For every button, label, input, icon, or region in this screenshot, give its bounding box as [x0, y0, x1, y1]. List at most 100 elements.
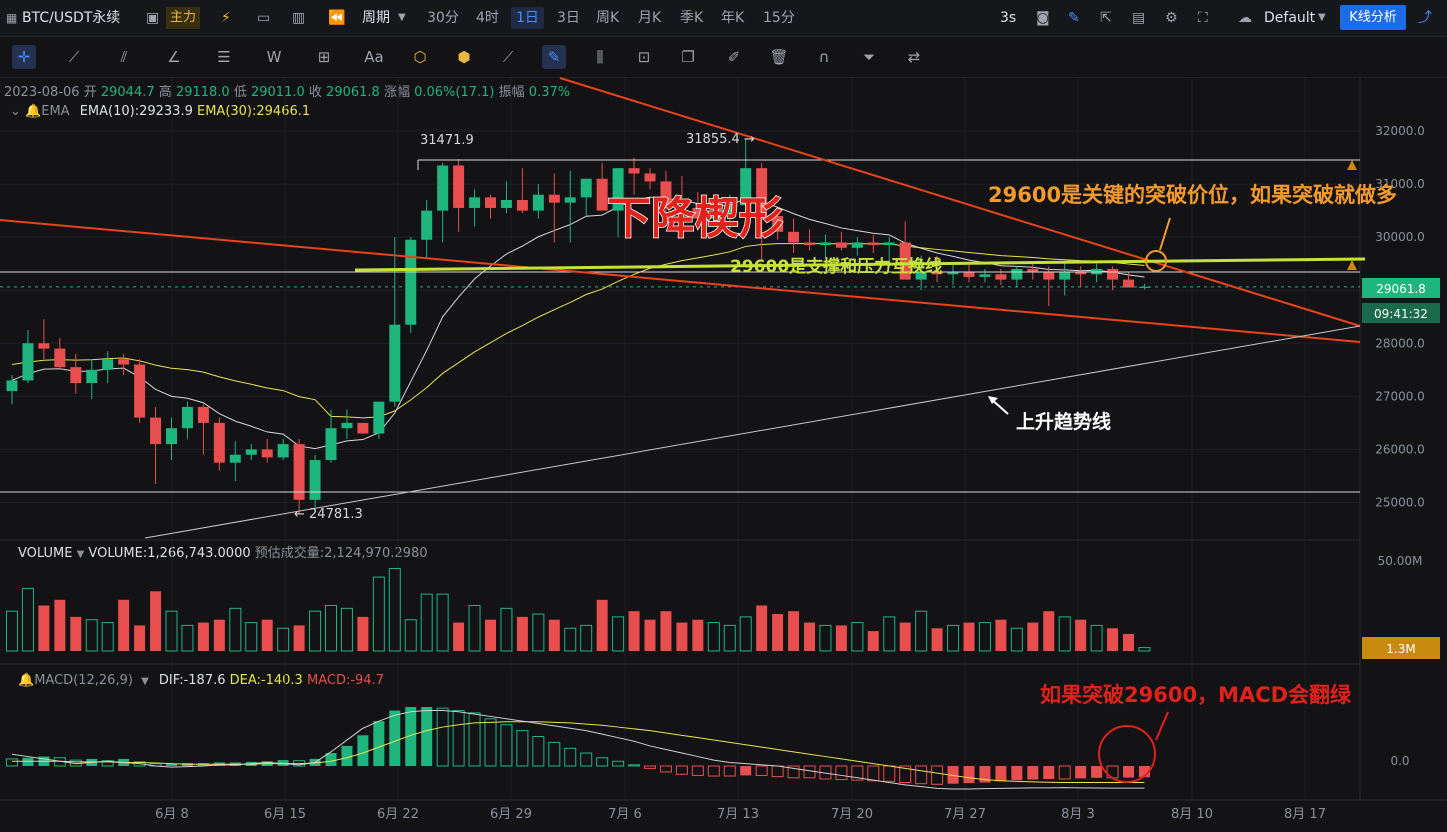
refresh-rate[interactable]: 3s — [1000, 7, 1016, 29]
interval-4h[interactable]: 4时 — [476, 7, 499, 29]
theme-select[interactable]: Default — [1264, 7, 1315, 29]
volume-chevron-icon[interactable]: ▼ — [77, 549, 85, 560]
parallel-channel-icon[interactable]: ⫽ — [112, 45, 136, 69]
filter-icon[interactable]: ⏷ — [857, 45, 881, 69]
horizontal-lines-icon[interactable]: ☰ — [212, 45, 236, 69]
volume-bar — [1010, 627, 1023, 652]
volume-bar — [325, 605, 337, 652]
ruler-icon[interactable]: ⟋ — [496, 45, 520, 69]
macd-arrow — [1155, 711, 1169, 741]
candle-body — [708, 213, 720, 219]
macd-bar — [723, 765, 736, 777]
candle-body — [405, 239, 417, 325]
brush-icon[interactable]: ✎ — [542, 45, 566, 69]
alert-marker-icon — [1347, 260, 1357, 270]
angle-icon[interactable]: ∠ — [162, 45, 186, 69]
main-force-toggle[interactable]: 主力 — [166, 7, 201, 29]
candle-body — [1043, 271, 1055, 280]
candle-body — [293, 444, 305, 500]
pencil-icon[interactable]: ✎ — [1068, 7, 1080, 29]
fib-icon[interactable]: ⬢ — [452, 45, 476, 69]
grid-icon[interactable]: ▦ — [6, 7, 17, 29]
image-icon[interactable]: ▤ — [1132, 7, 1145, 29]
edit-icon[interactable]: ✐ — [722, 45, 746, 69]
macd-bar — [245, 761, 257, 766]
copy-icon[interactable]: ❐ — [676, 45, 700, 69]
camera-icon[interactable]: ◙ — [1036, 7, 1050, 29]
volume-forecast: 预估成交量:2,124,970.2980 — [254, 546, 428, 561]
interval-15m[interactable]: 15分 — [763, 7, 795, 29]
calendar-icon[interactable]: ▭ — [257, 7, 270, 29]
measure-icon[interactable]: ⊞ — [312, 45, 336, 69]
macd-chevron-icon[interactable]: ▼ — [141, 676, 149, 687]
lock-icon[interactable]: ⊡ — [632, 45, 656, 69]
candles-icon[interactable]: ⫼ — [588, 45, 612, 69]
interval-week[interactable]: 周K — [596, 7, 619, 29]
alarm-icon[interactable]: 🔔 — [25, 104, 41, 119]
interval-year[interactable]: 年K — [721, 7, 744, 29]
trendline-icon[interactable]: ⟋ — [62, 45, 86, 69]
period-dropdown[interactable]: 周期 — [362, 7, 390, 29]
magnet-icon[interactable]: ∩ — [812, 45, 836, 69]
symbol-label[interactable]: BTC/USDT永续 — [22, 7, 120, 29]
indicator-icon[interactable]: ▣ — [146, 7, 159, 29]
candle-body — [437, 165, 449, 211]
macd-bar — [931, 765, 944, 785]
volume-name[interactable]: VOLUME — [18, 546, 72, 561]
wedge-label: 下降楔形 — [607, 193, 783, 244]
kline-analysis-button[interactable]: K线分析 — [1340, 5, 1406, 30]
trash-icon[interactable]: 🗑 — [767, 45, 791, 69]
layout-icon[interactable]: ▥ — [292, 7, 305, 29]
macd-bar — [86, 758, 98, 766]
macd-bar — [181, 763, 193, 766]
candle-body — [915, 271, 927, 280]
volume-bar — [612, 616, 625, 652]
volume-bar — [644, 619, 656, 651]
text-icon[interactable]: Aa — [362, 45, 386, 69]
low-label: 低 — [233, 85, 247, 100]
interval-3d[interactable]: 3日 — [557, 7, 580, 29]
volume-bar — [931, 628, 943, 651]
volume-bar — [883, 616, 896, 652]
ema-name[interactable]: EMA — [41, 104, 69, 119]
uptrend-arrowhead — [988, 396, 998, 404]
sync-icon[interactable]: ⇄ — [902, 45, 926, 69]
date-tick: 6月 15 — [264, 807, 306, 822]
interval-30m[interactable]: 30分 — [427, 7, 459, 29]
candle-body — [309, 460, 321, 500]
candle-body — [788, 231, 800, 243]
volume-bar — [485, 619, 496, 651]
settings-icon[interactable]: ⚙ — [1165, 7, 1178, 29]
macd-bar — [1091, 766, 1103, 778]
volume-bar — [819, 624, 832, 652]
macd-dea: DEA:-140.3 — [229, 673, 303, 688]
date-tick: 6月 22 — [377, 807, 419, 822]
wave-icon[interactable]: W — [262, 45, 286, 69]
alert-marker-icon — [1347, 160, 1357, 170]
macd-name[interactable]: MACD(12,26,9) — [34, 673, 133, 688]
share-icon[interactable]: ⤴ — [1418, 7, 1432, 29]
macd-bar — [740, 766, 752, 776]
interval-season[interactable]: 季K — [680, 7, 703, 29]
collapse-icon[interactable]: ⌄ — [10, 104, 21, 119]
candle-body — [692, 207, 704, 219]
macd-bar — [357, 735, 369, 766]
lightning-icon[interactable]: ⚡ — [221, 7, 231, 29]
volume-bar — [835, 625, 847, 651]
interval-1d[interactable]: 1日 — [511, 7, 544, 29]
pattern-icon[interactable]: ⬡ — [408, 45, 432, 69]
export-icon[interactable]: ⇱ — [1100, 7, 1112, 29]
fullscreen-icon[interactable]: ⛶ — [1198, 7, 1208, 29]
price-tick: 25000.0 — [1375, 495, 1425, 509]
volume-bar — [388, 568, 401, 652]
volume-bar — [6, 610, 18, 652]
volume-bar — [723, 624, 736, 652]
macd-bar — [628, 764, 641, 767]
macd-alarm-icon[interactable]: 🔔 — [18, 673, 34, 688]
candle-body — [1091, 268, 1103, 275]
candle-body — [835, 242, 847, 248]
interval-month[interactable]: 月K — [638, 7, 661, 29]
rewind-icon[interactable]: ⏪ — [328, 7, 345, 29]
crosshair-icon[interactable]: ✛ — [12, 45, 36, 69]
macd-bar — [1123, 766, 1134, 778]
